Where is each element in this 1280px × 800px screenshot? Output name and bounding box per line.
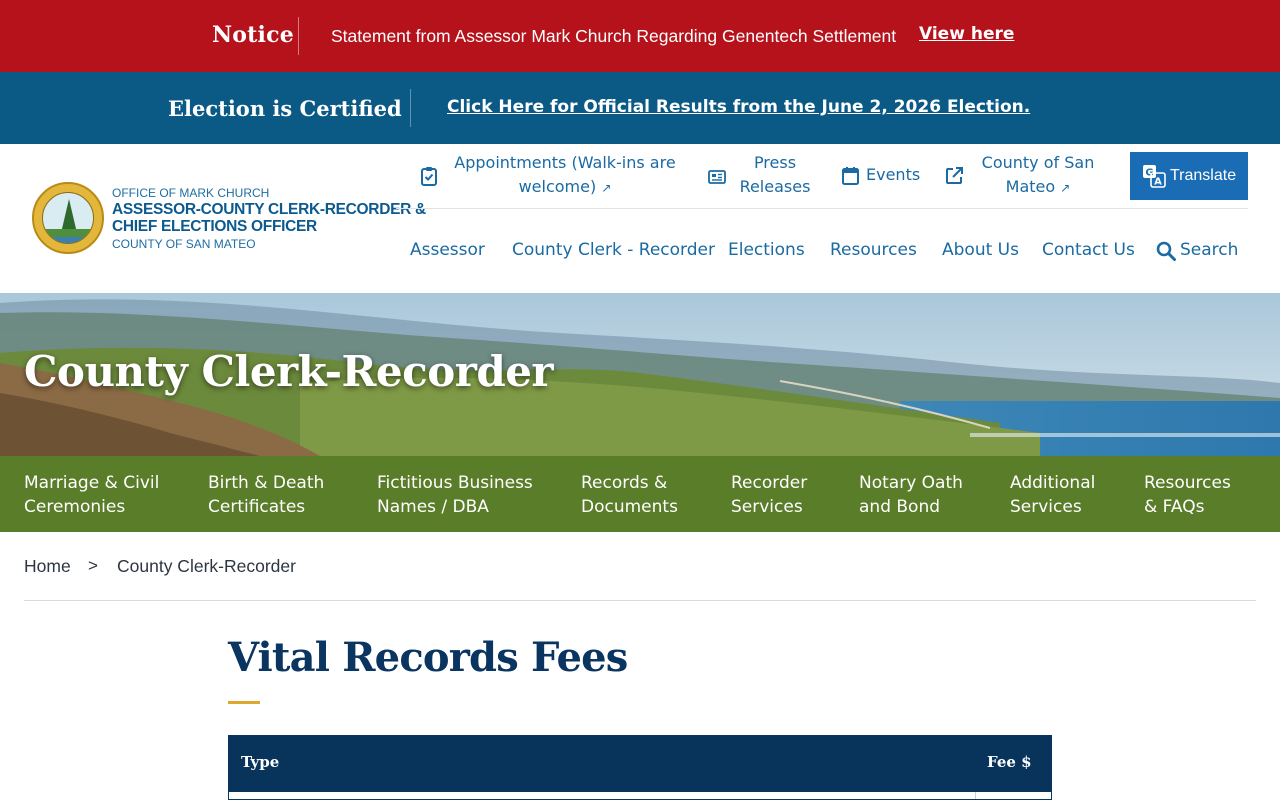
subnav-label-line2: Certificates xyxy=(208,497,306,517)
subnav-label-line2: Names / DBA xyxy=(377,497,489,517)
subnav-birth-death-certificates[interactable]: Birth & Death Certificates xyxy=(208,471,324,519)
county-label-line2-wrap: Mateo ↗ xyxy=(974,175,1102,200)
breadcrumb-home[interactable]: Home xyxy=(24,556,71,577)
subnav-additional-services[interactable]: Additional Services xyxy=(1010,471,1095,519)
press-label-line1: Press xyxy=(753,153,797,172)
county-label-line1: County of San xyxy=(981,153,1095,172)
nav-county-clerk-recorder[interactable]: County Clerk - Recorder xyxy=(512,240,715,260)
nav-search[interactable]: Search xyxy=(1180,240,1238,260)
breadcrumb-current: County Clerk-Recorder xyxy=(117,556,296,576)
appointments-label-line2: welcome) xyxy=(518,177,597,196)
translate-button[interactable]: GA Translate xyxy=(1130,152,1248,200)
subnav-label-line1: Notary Oath xyxy=(859,473,963,493)
subnav-marriage-civil-ceremonies[interactable]: Marriage & Civil Ceremonies xyxy=(24,471,159,519)
column-header-type: Type xyxy=(241,753,280,771)
fees-table-header: Type Fee $ xyxy=(229,736,1051,792)
office-name-line1: OFFICE OF MARK CHURCH xyxy=(112,186,270,200)
subnav-recorder-services[interactable]: Recorder Services xyxy=(731,471,807,519)
events-link[interactable]: Events xyxy=(866,163,920,187)
subnav-label-line1: Marriage & Civil xyxy=(24,473,160,493)
section-subnav: Marriage & Civil Ceremonies Birth & Deat… xyxy=(0,456,1280,532)
subnav-label-line1: Recorder xyxy=(731,473,808,493)
notice-label: Notice xyxy=(212,22,294,48)
clipboard-check-icon xyxy=(420,166,438,191)
seal-emblem xyxy=(42,192,94,244)
seal-water-shape xyxy=(43,237,93,243)
press-releases-link[interactable]: Press Releases xyxy=(732,151,818,199)
subnav-label-line2: Services xyxy=(731,497,803,517)
subnav-label-line2: Ceremonies xyxy=(24,497,126,517)
office-name-line4: COUNTY OF SAN MATEO xyxy=(112,237,256,251)
county-of-san-mateo-link[interactable]: County of San Mateo ↗ xyxy=(974,151,1102,200)
notice-bar: Notice Statement from Assessor Mark Chur… xyxy=(0,0,1280,72)
subnav-label-line1: Additional xyxy=(1010,473,1096,493)
nav-about-us[interactable]: About Us xyxy=(942,240,1019,260)
external-link-icon: ↗ xyxy=(1060,181,1071,195)
translate-icon: GA xyxy=(1142,164,1166,188)
subnav-resources-faqs[interactable]: Resources & FAQs xyxy=(1144,471,1231,519)
calendar-icon xyxy=(842,166,859,190)
page-title: Vital Records Fees xyxy=(228,634,628,681)
nav-elections[interactable]: Elections xyxy=(728,240,805,260)
subnav-fictitious-business-names[interactable]: Fictitious Business Names / DBA xyxy=(377,471,533,519)
nav-contact-us[interactable]: Contact Us xyxy=(1042,240,1135,260)
subnav-notary-oath-bond[interactable]: Notary Oath and Bond xyxy=(859,471,963,519)
election-divider xyxy=(410,89,411,127)
office-name-line3: CHIEF ELECTIONS OFFICER xyxy=(112,218,317,235)
subnav-label-line2: and Bond xyxy=(859,497,941,517)
hero-title: County Clerk-Recorder xyxy=(24,347,554,396)
subnav-label-line2: & FAQs xyxy=(1144,497,1205,517)
hero-banner: County Clerk-Recorder xyxy=(0,293,1280,456)
header-divider xyxy=(396,208,1248,209)
notice-divider xyxy=(298,17,299,55)
seal-tree-shape xyxy=(61,199,77,233)
county-label-line2: Mateo xyxy=(1005,177,1056,196)
fees-table: Type Fee $ xyxy=(228,735,1052,800)
appointments-link[interactable]: Appointments (Walk-ins are welcome) ↗ xyxy=(446,151,684,200)
nav-assessor[interactable]: Assessor xyxy=(410,240,485,260)
subnav-records-documents[interactable]: Records & Documents xyxy=(581,471,678,519)
subnav-label-line2: Services xyxy=(1010,497,1082,517)
breadcrumb-separator: > xyxy=(88,556,98,575)
appointments-label-line1: Appointments (Walk-ins are xyxy=(454,153,676,172)
subnav-label-line2: Documents xyxy=(581,497,678,517)
notice-view-here-link[interactable]: View here xyxy=(919,24,1014,44)
column-header-fee: Fee $ xyxy=(987,753,1032,771)
external-link-icon xyxy=(945,166,964,190)
table-row-divider xyxy=(975,792,976,799)
county-seal-logo[interactable] xyxy=(32,182,104,254)
subnav-label-line1: Fictitious Business xyxy=(377,473,533,493)
subnav-label-line1: Resources xyxy=(1144,473,1231,493)
search-icon[interactable] xyxy=(1156,241,1176,261)
translate-label: Translate xyxy=(1170,167,1237,184)
press-label-line2: Releases xyxy=(739,177,811,196)
election-bar: Election is Certified Click Here for Off… xyxy=(0,72,1280,144)
notice-text: Statement from Assessor Mark Church Rega… xyxy=(331,26,897,46)
appointments-label-line2-wrap: welcome) ↗ xyxy=(446,175,684,200)
election-results-link[interactable]: Click Here for Official Results from the… xyxy=(447,97,1030,117)
svg-text:A: A xyxy=(1154,177,1162,188)
external-link-icon: ↗ xyxy=(601,181,612,195)
nav-resources[interactable]: Resources xyxy=(830,240,917,260)
title-accent-line xyxy=(228,701,260,704)
newspaper-icon xyxy=(708,168,726,189)
office-name-line2: ASSESSOR-COUNTY CLERK-RECORDER & xyxy=(112,201,426,218)
election-label: Election is Certified xyxy=(168,96,402,121)
breadcrumb-divider xyxy=(24,600,1256,601)
site-header: OFFICE OF MARK CHURCH ASSESSOR-COUNTY CL… xyxy=(0,144,1280,293)
subnav-label-line1: Records & xyxy=(581,473,668,493)
subnav-label-line1: Birth & Death xyxy=(208,473,325,493)
